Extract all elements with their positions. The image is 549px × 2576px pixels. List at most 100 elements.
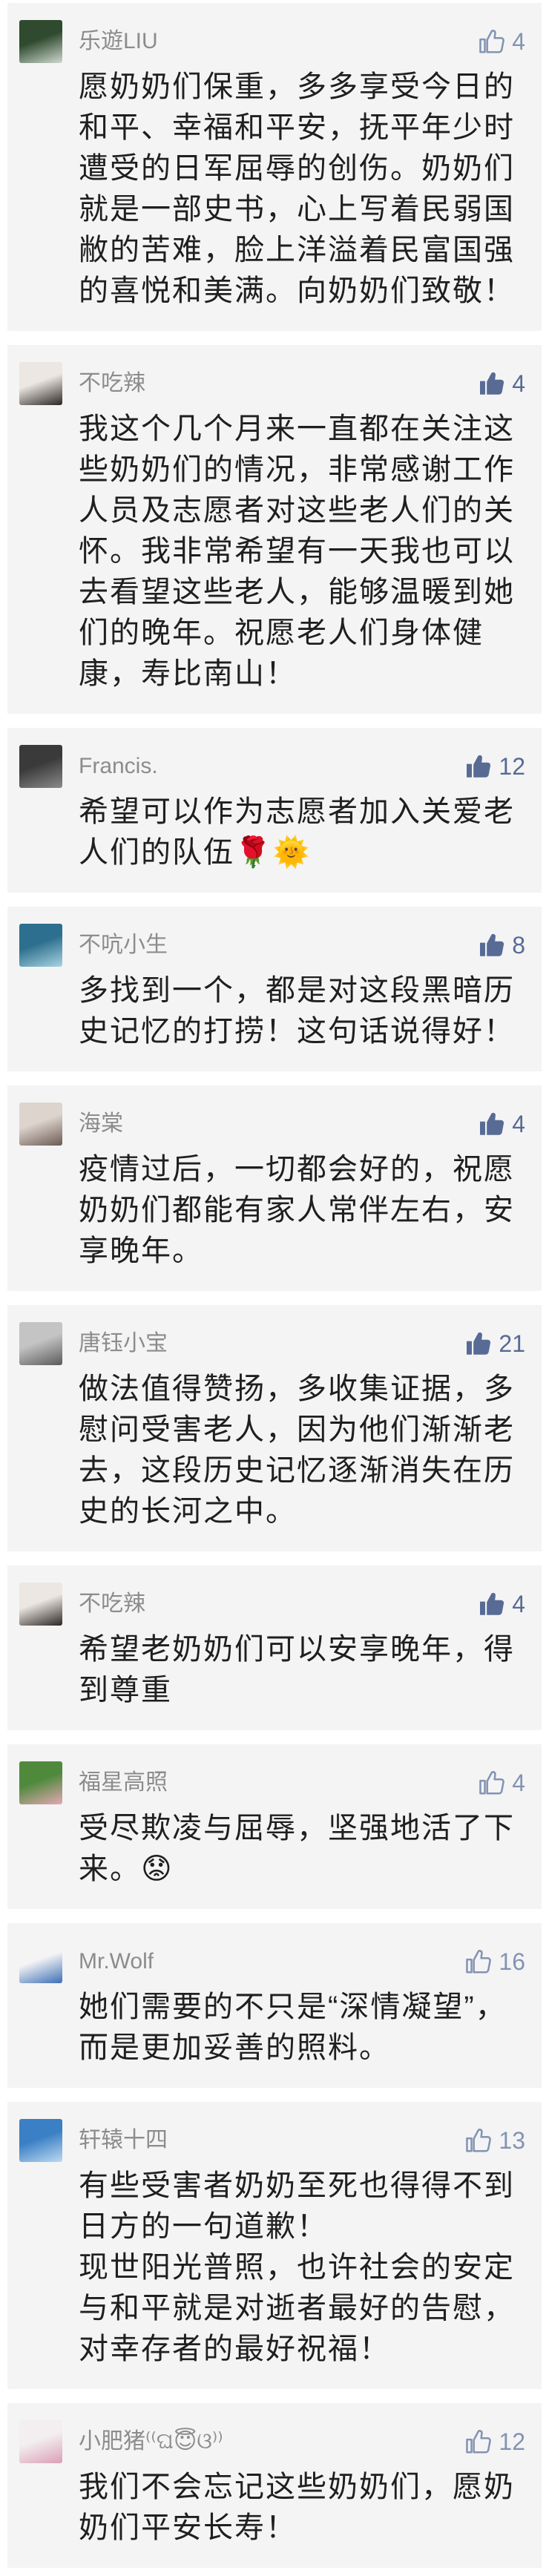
like-button[interactable]: 13 (464, 2118, 525, 2163)
like-count: 4 (512, 370, 525, 397)
comment-text: 我们不会忘记这些奶奶们，愿奶奶们平安长寿！ (79, 2471, 515, 2544)
comment-card: 福星高照 4 受尽欺凌与屈辱，坚强地活了下来。😟 (7, 1744, 542, 1909)
comment-text: 希望可以作为志愿者加入关爱老人们的队伍🌹🌞 (79, 795, 515, 869)
thumbs-up-icon[interactable] (478, 1110, 506, 1138)
thumb-hand (487, 933, 504, 956)
thumbs-up-icon[interactable] (478, 1769, 506, 1797)
thumbs-up-icon[interactable] (464, 1330, 493, 1358)
username: 乐遊LIU (79, 29, 158, 53)
thumbs-up-glyph (467, 1332, 491, 1355)
thumbs-up-icon[interactable] (464, 1948, 493, 1976)
comment-list: 乐遊LIU 4 愿奶奶们保重，多多享受今日的和平、幸福和平安，抚平年少时遭受的日… (0, 0, 549, 2568)
thumbs-up-icon[interactable] (478, 27, 506, 56)
thumb-cuff (467, 1341, 473, 1355)
comment-card: 不吭小生 8 多找到一个，都是对这段黑暗历史记忆的打捞！这句话说得好！ (7, 907, 542, 1071)
thumb-hand (486, 30, 505, 53)
thumbs-up-icon[interactable] (478, 1590, 506, 1618)
thumbs-up-icon[interactable] (478, 369, 506, 398)
avatar (19, 1583, 62, 1626)
thumb-cuff (479, 38, 486, 53)
thumb-cuff (466, 2137, 473, 2152)
username: Mr.Wolf (79, 1949, 154, 1974)
like-button[interactable]: 21 (464, 1321, 525, 1366)
avatar (19, 362, 62, 405)
like-count: 4 (512, 1591, 525, 1617)
thumbs-up-icon[interactable] (464, 2126, 493, 2155)
thumb-hand (473, 2430, 492, 2454)
comment-card: 不吃辣 4 我这个几个月来一直都在关注这些奶奶们的情况，非常感谢工作人员及志愿者… (7, 345, 542, 714)
username: Francis. (79, 754, 158, 778)
comment-card: Francis. 12 希望可以作为志愿者加入关爱老人们的队伍🌹🌞 (7, 728, 542, 893)
username: 轩辕十四 (79, 2128, 168, 2152)
thumb-cuff (480, 1121, 486, 1135)
thumb-cuff (466, 1958, 473, 1974)
comment-text: 有些受害者奶奶至死也得得不到日方的一句道歉！ 现世阳光普照，也许社会的安定与和平… (79, 2169, 515, 2365)
thumbs-up-glyph (466, 2430, 492, 2454)
thumb-hand (487, 1112, 504, 1135)
comment-text: 受尽欺凌与屈辱，坚强地活了下来。😟 (79, 1812, 515, 1885)
comment-card: 小肥猪⁽⁽ଘ😇ଓ⁾⁾ 12 我们不会忘记这些奶奶们，愿奶奶们平安长寿！ (7, 2403, 542, 2568)
username: 不吃辣 (79, 371, 145, 395)
avatar (19, 1103, 62, 1146)
username: 不吭小生 (79, 933, 168, 957)
thumbs-up-glyph (479, 30, 505, 53)
thumb-cuff (480, 1601, 486, 1615)
thumb-hand (487, 372, 504, 395)
like-button[interactable]: 4 (478, 1582, 525, 1626)
thumbs-up-glyph (480, 372, 504, 395)
like-button[interactable]: 4 (478, 1761, 525, 1805)
like-count: 4 (512, 28, 525, 55)
comment-card: Mr.Wolf 16 她们需要的不只是“深情凝望”，而是更加妥善的照料。 (7, 1923, 542, 2088)
like-count: 16 (499, 1948, 525, 1975)
thumb-cuff (480, 381, 486, 395)
comment-text: 希望老奶奶们可以安享晚年，得到尊重 (79, 1633, 515, 1706)
thumb-cuff (480, 942, 486, 956)
thumb-hand (487, 1592, 504, 1615)
username: 海棠 (79, 1111, 123, 1136)
like-count: 4 (512, 1770, 525, 1796)
thumb-hand (473, 2129, 492, 2152)
thumbs-up-glyph (466, 1950, 492, 1974)
comment-header: 唐钰小宝 21 (19, 1321, 525, 1366)
like-button[interactable]: 16 (464, 1939, 525, 1984)
comment-card: 不吃辣 4 希望老奶奶们可以安享晚年，得到尊重 (7, 1565, 542, 1730)
username: 唐钰小宝 (79, 1331, 168, 1356)
thumbs-up-glyph (480, 933, 504, 956)
avatar (19, 2119, 62, 2162)
comment-header: 不吭小生 8 (19, 923, 525, 967)
avatar (19, 924, 62, 967)
comment-header: Mr.Wolf 16 (19, 1939, 525, 1984)
like-count: 12 (499, 753, 525, 780)
like-button[interactable]: 12 (464, 2419, 525, 2464)
avatar (19, 20, 62, 63)
like-button[interactable]: 4 (478, 19, 525, 64)
thumbs-up-icon[interactable] (464, 2428, 493, 2456)
comment-text: 疫情过后，一切都会好的，祝愿奶奶们都能有家人常伴左右，安享晚年。 (79, 1153, 515, 1267)
comment-header: 不吃辣 4 (19, 1582, 525, 1626)
like-count: 4 (512, 1111, 525, 1137)
like-button[interactable]: 4 (478, 1102, 525, 1146)
like-button[interactable]: 12 (464, 744, 525, 789)
comment-card: 海棠 4 疫情过后，一切都会好的，祝愿奶奶们都能有家人常伴左右，安享晚年。 (7, 1085, 542, 1291)
comment-header: Francis. 12 (19, 744, 525, 789)
like-button[interactable]: 4 (478, 361, 525, 406)
like-count: 13 (499, 2127, 525, 2154)
comment-header: 海棠 4 (19, 1102, 525, 1146)
thumb-hand (473, 1950, 492, 1974)
thumbs-up-glyph (479, 1771, 505, 1795)
comment-header: 不吃辣 4 (19, 361, 525, 406)
avatar (19, 1761, 62, 1804)
comment-header: 轩辕十四 13 (19, 2118, 525, 2163)
comment-header: 乐遊LIU 4 (19, 19, 525, 64)
thumb-cuff (479, 1779, 486, 1795)
comment-text: 做法值得赞扬，多收集证据，多慰问受害老人，因为他们渐渐老去，这段历史记忆逐渐消失… (79, 1373, 515, 1528)
like-button[interactable]: 8 (478, 923, 525, 967)
comment-text: 多找到一个，都是对这段黑暗历史记忆的打捞！这句话说得好！ (79, 974, 515, 1048)
avatar (19, 1940, 62, 1983)
thumb-hand (473, 1332, 491, 1355)
thumbs-up-icon[interactable] (478, 931, 506, 959)
comment-text: 她们需要的不只是“深情凝望”，而是更加妥善的照料。 (79, 1991, 507, 2064)
comment-header: 小肥猪⁽⁽ଘ😇ଓ⁾⁾ 12 (19, 2419, 525, 2464)
thumb-cuff (467, 763, 473, 778)
thumbs-up-icon[interactable] (464, 752, 493, 781)
